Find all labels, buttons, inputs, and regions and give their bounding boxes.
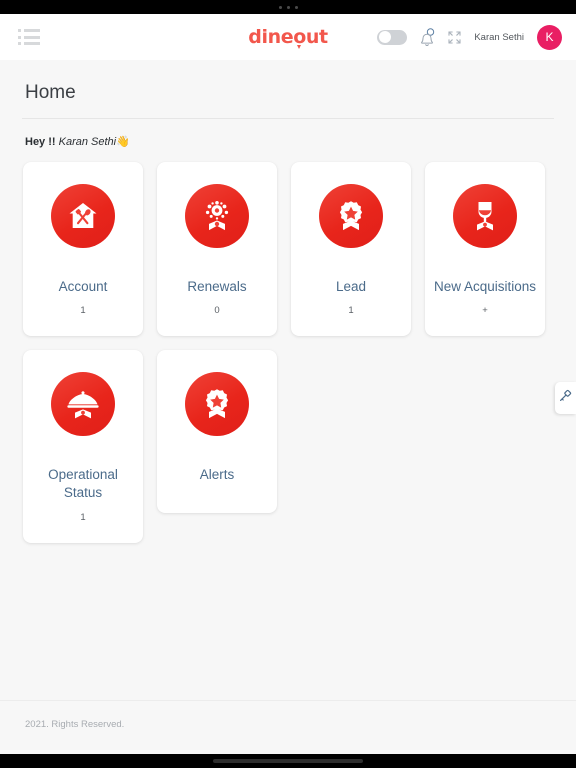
status-bar-dots	[278, 5, 298, 9]
card-label: Lead	[335, 279, 367, 294]
app-header: dineout Karan Sethi K	[0, 14, 576, 60]
restaurant-house-icon	[51, 184, 115, 248]
greeting-line: Hey !! Karan Sethi👋	[22, 119, 554, 148]
list-menu-icon[interactable]	[18, 29, 40, 45]
wine-glass-icon	[453, 184, 517, 248]
theme-toggle-switch[interactable]	[377, 29, 408, 45]
main-content: Home Hey !! Karan Sethi👋 Account 1 Renew…	[0, 60, 576, 700]
card-count: 1	[80, 511, 86, 523]
card-operational-status[interactable]: Operational Status 1	[23, 350, 143, 543]
header-actions: Karan Sethi K	[377, 24, 562, 50]
page-title: Home	[25, 82, 76, 103]
card-label: Account	[58, 279, 108, 294]
firework-ribbon-icon	[185, 184, 249, 248]
waving-hand-icon: 👋	[116, 136, 130, 148]
key-icon	[559, 389, 572, 407]
notification-bell-icon[interactable]	[420, 28, 435, 47]
dashboard-card-grid: Account 1 Renewals 0 Lead 1 New Acquisit…	[22, 148, 554, 543]
greeting-prefix: Hey !!	[25, 136, 56, 148]
star-rosette-icon	[185, 372, 249, 437]
footer-copyright: 2021. Rights Reserved.	[25, 719, 125, 730]
star-rosette-icon	[319, 184, 383, 248]
avatar[interactable]: K	[537, 24, 562, 50]
card-count: +	[482, 305, 488, 317]
settings-key-handle[interactable]	[555, 382, 576, 414]
card-label: Operational Status	[48, 467, 118, 501]
home-indicator-bar	[0, 754, 576, 768]
page-footer: 2021. Rights Reserved.	[0, 700, 576, 754]
greeting-name: Karan Sethi	[58, 136, 117, 148]
dineout-logo[interactable]: dineout	[248, 26, 328, 48]
card-count: 1	[80, 305, 86, 317]
card-account[interactable]: Account 1	[23, 162, 143, 337]
card-new-acquisitions[interactable]: New Acquisitions +	[425, 162, 545, 337]
header-username: Karan Sethi	[474, 31, 524, 43]
card-count: 0	[214, 305, 220, 317]
card-label: New Acquisitions	[433, 279, 537, 294]
card-lead[interactable]: Lead 1	[291, 162, 411, 337]
fullscreen-expand-icon[interactable]	[448, 30, 461, 44]
tablet-device-frame: dineout Karan Sethi K Home Hey !! Karan …	[0, 0, 576, 768]
status-bar	[0, 0, 576, 14]
home-indicator[interactable]	[213, 759, 363, 763]
browser-viewport: dineout Karan Sethi K Home Hey !! Karan …	[0, 14, 576, 754]
card-count: 1	[348, 305, 354, 317]
card-label: Renewals	[187, 279, 247, 294]
card-renewals[interactable]: Renewals 0	[157, 162, 277, 337]
food-cloche-icon	[51, 372, 115, 437]
card-alerts[interactable]: Alerts	[157, 350, 277, 514]
card-label: Alerts	[199, 467, 235, 483]
